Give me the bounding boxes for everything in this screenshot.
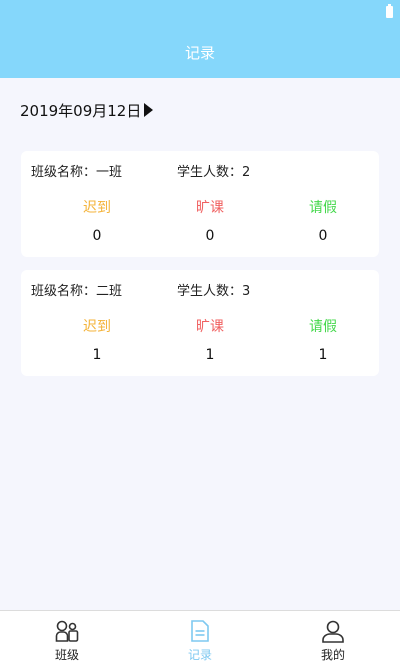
nav-label: 我的 [320, 648, 345, 662]
nav-item-profile[interactable]: 我的 [293, 611, 373, 667]
battery-icon [386, 4, 393, 18]
late-stat: 迟到 0 [57, 198, 137, 244]
record-icon [191, 620, 209, 642]
absent-stat: 旷课 0 [170, 198, 250, 244]
header-bar: 记录 [0, 0, 400, 78]
nav-label: 班级 [54, 648, 79, 662]
absent-count: 0 [205, 228, 215, 244]
nav-item-class[interactable]: 班级 [27, 611, 107, 667]
late-label: 迟到 [83, 200, 111, 216]
profile-icon [322, 620, 344, 643]
page-title: 记录 [184, 44, 215, 62]
nav-label: 记录 [187, 648, 212, 662]
date-text: 2019年09月12日 [20, 101, 142, 120]
absent-count: 1 [205, 347, 215, 363]
student-count: 学生人数：2 [177, 165, 251, 180]
record-card[interactable]: 班级名称：一班 学生人数：2 迟到 0 旷课 0 请假 0 [21, 151, 379, 257]
class-name: 班级名称：二班 [31, 284, 123, 299]
record-card[interactable]: 班级名称：二班 学生人数：3 迟到 1 旷课 1 请假 1 [21, 270, 379, 376]
student-count: 学生人数：3 [177, 284, 251, 299]
leave-count: 0 [318, 228, 328, 244]
next-date-arrow-icon[interactable] [144, 103, 154, 117]
nav-item-record[interactable]: 记录 [160, 611, 240, 667]
class-name: 班级名称：一班 [31, 165, 123, 180]
class-icon [55, 620, 79, 642]
late-label: 迟到 [83, 319, 111, 335]
leave-label: 请假 [309, 200, 337, 216]
leave-stat: 请假 0 [283, 198, 363, 244]
leave-stat: 请假 1 [283, 317, 363, 363]
absent-stat: 旷课 1 [170, 317, 250, 363]
leave-label: 请假 [309, 319, 337, 335]
late-count: 1 [92, 347, 102, 363]
leave-count: 1 [318, 347, 328, 363]
date-selector[interactable]: 2019年09月12日 [20, 99, 154, 121]
absent-label: 旷课 [196, 319, 224, 335]
late-count: 0 [92, 228, 102, 244]
bottom-nav: 班级 记录 我的 [0, 610, 400, 667]
absent-label: 旷课 [196, 200, 224, 216]
late-stat: 迟到 1 [57, 317, 137, 363]
